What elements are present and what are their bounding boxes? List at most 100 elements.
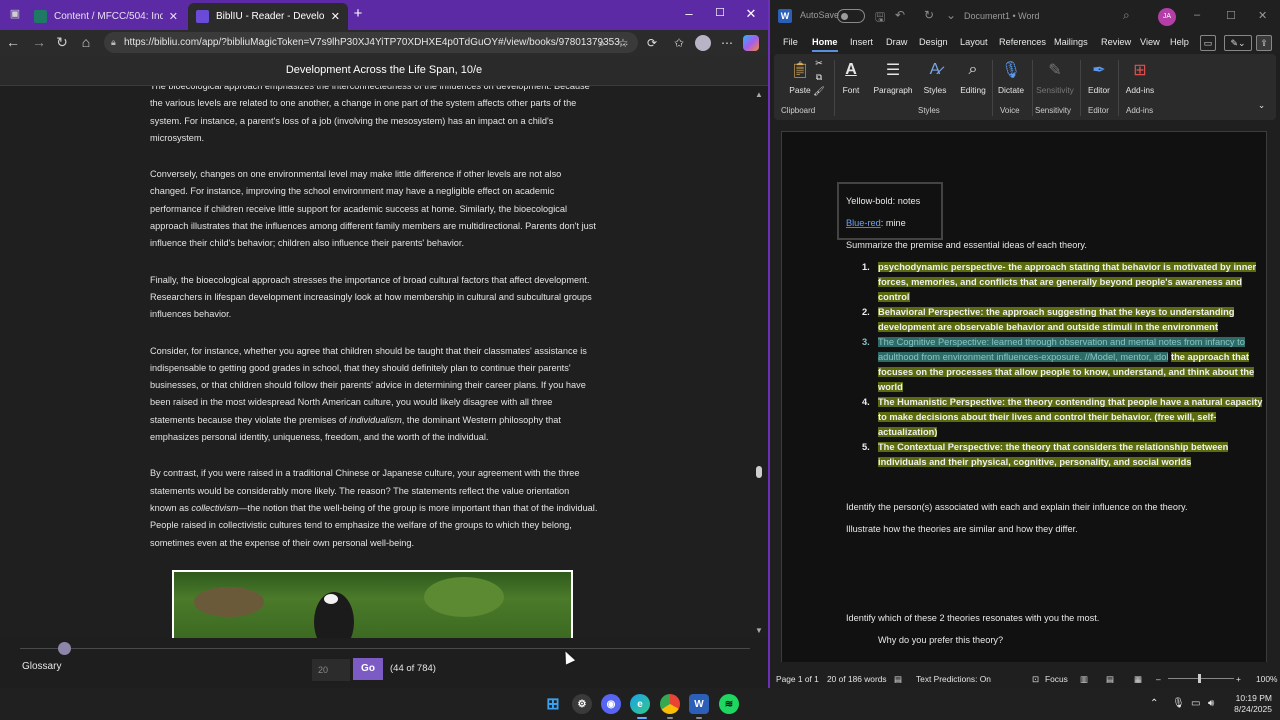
favorite-star-icon[interactable]: ☆: [615, 35, 631, 51]
editing-mode-icon[interactable]: ✎⌄: [1224, 35, 1252, 51]
new-tab-button[interactable]: +: [350, 5, 366, 22]
paragraph-label: Paragraph: [873, 85, 913, 95]
search-icon[interactable]: ⌕: [1123, 8, 1130, 23]
discord-icon[interactable]: ◉: [601, 694, 621, 714]
extensions-icon[interactable]: ⟳: [644, 35, 660, 51]
maximize-button[interactable]: ☐: [712, 6, 728, 19]
url-field[interactable]: 🔒︎ https://bibliu.com/app/?bibliuMagicTo…: [104, 32, 638, 53]
web-layout-icon[interactable]: ▦: [1134, 674, 1142, 684]
text-predictions[interactable]: Text Predictions: On: [916, 674, 991, 684]
glossary-link[interactable]: Glossary: [22, 661, 61, 672]
word-count[interactable]: 20 of 186 words: [827, 674, 887, 684]
profile-avatar[interactable]: [695, 35, 711, 51]
addins-button[interactable]: ⊞ Add-ins: [1122, 56, 1158, 95]
tab-mailings[interactable]: Mailings: [1054, 37, 1088, 47]
zoom-slider-handle[interactable]: [1198, 674, 1201, 683]
focus-icon[interactable]: ⊡: [1032, 674, 1039, 684]
maximize-button[interactable]: ☐: [1226, 9, 1236, 22]
start-windows-icon[interactable]: ⊞: [543, 694, 563, 714]
copilot-icon[interactable]: [743, 35, 759, 51]
tab-layout[interactable]: Layout: [960, 37, 988, 47]
network-icon[interactable]: ▭: [1191, 698, 1200, 709]
clipboard-tools[interactable]: ✂ ⧉ 🖌︎: [812, 56, 826, 98]
minimize-button[interactable]: –: [1194, 9, 1200, 21]
tab-view[interactable]: View: [1140, 37, 1160, 47]
settings-gear-icon[interactable]: ⚙: [572, 694, 592, 714]
scroll-up-icon[interactable]: ▲: [755, 90, 763, 99]
document-page[interactable]: Yellow-bold: notes Blue-red: mine Summar…: [781, 131, 1267, 662]
zoom-slider[interactable]: [1168, 678, 1234, 679]
editor-button[interactable]: ✒ Editor: [1084, 56, 1114, 95]
minimize-button[interactable]: –: [681, 6, 697, 21]
read-mode-icon[interactable]: ▥: [1080, 674, 1088, 684]
focus-button[interactable]: Focus: [1045, 674, 1068, 684]
tab-draw[interactable]: Draw: [886, 37, 907, 47]
redo-icon[interactable]: ↻: [924, 8, 934, 22]
search-page-icon[interactable]: ⌕: [594, 35, 610, 51]
tab-file[interactable]: File: [783, 37, 798, 47]
font-button[interactable]: A Font: [836, 56, 866, 95]
paragraph-button[interactable]: ☰ Paragraph: [872, 56, 914, 95]
forward-icon[interactable]: →: [30, 34, 48, 50]
format-painter-icon[interactable]: 🖌︎: [812, 84, 826, 98]
editing-button[interactable]: ⌕ Editing: [958, 56, 988, 95]
tab-review[interactable]: Review: [1101, 37, 1131, 47]
microphone-icon: 🎙︎: [1000, 62, 1022, 79]
refresh-icon[interactable]: ↻: [53, 34, 71, 51]
collections-icon[interactable]: ✩: [671, 35, 687, 51]
page-indicator[interactable]: Page 1 of 1: [776, 674, 819, 684]
tab-insert[interactable]: Insert: [850, 37, 873, 47]
scroll-thumb[interactable]: [756, 466, 762, 478]
scroll-down-icon[interactable]: ▼: [755, 626, 763, 635]
back-icon[interactable]: ←: [4, 34, 22, 50]
close-tab-icon[interactable]: ✕: [331, 10, 340, 23]
list-number: 3.: [862, 337, 870, 347]
close-tab-icon[interactable]: ✕: [169, 10, 178, 23]
zoom-out-icon[interactable]: –: [1156, 674, 1161, 684]
print-layout-icon[interactable]: ▤: [1106, 674, 1114, 684]
volume-icon[interactable]: 🔊︎: [1208, 698, 1214, 709]
reader-scrollbar[interactable]: ▲ ▼: [755, 90, 763, 636]
prompt-summarize: Summarize the premise and essential idea…: [846, 240, 1087, 250]
page-number-input[interactable]: 20: [312, 659, 350, 681]
share-icon[interactable]: ⇪: [1256, 35, 1272, 51]
cut-icon[interactable]: ✂: [812, 56, 826, 70]
tab-actions-icon[interactable]: ▣: [6, 7, 24, 20]
copy-icon[interactable]: ⧉: [812, 70, 826, 84]
close-window-button[interactable]: ✕: [1258, 9, 1267, 22]
save-icon[interactable]: 🖫︎: [875, 8, 885, 29]
tray-overflow-icon[interactable]: ⌃: [1150, 698, 1158, 709]
ribbon-expand-icon[interactable]: ⌄: [1258, 100, 1265, 110]
tab-home[interactable]: Home: [812, 37, 838, 52]
zoom-in-icon[interactable]: +: [1236, 674, 1241, 684]
proofing-icon[interactable]: ▤: [894, 674, 902, 684]
tab-references[interactable]: References: [999, 37, 1046, 47]
chrome-icon[interactable]: [660, 694, 680, 714]
undo-icon[interactable]: ↶: [895, 8, 905, 22]
customize-qat-icon[interactable]: ⌄: [946, 8, 956, 22]
tab-content-mfcc[interactable]: Content / MFCC/504: Individual Au ✕: [26, 3, 186, 30]
tab-help[interactable]: Help: [1170, 37, 1189, 47]
page-slider-track[interactable]: [20, 648, 750, 649]
more-menu-icon[interactable]: ⋯: [719, 35, 735, 51]
paragraph: By contrast, if you were raised in a tra…: [150, 465, 598, 551]
user-avatar[interactable]: JA: [1158, 8, 1176, 26]
microphone-tray-icon[interactable]: 🎙︎: [1172, 698, 1185, 709]
word-app-icon[interactable]: W: [689, 694, 709, 714]
tab-bibliu-reader[interactable]: BiblIU - Reader - Development Acr ✕: [188, 3, 348, 30]
dictate-button[interactable]: 🎙︎ Dictate: [994, 56, 1028, 95]
go-button[interactable]: Go: [353, 658, 383, 680]
edge-browser-icon[interactable]: e: [630, 694, 650, 714]
styles-button[interactable]: A̷ Styles: [922, 56, 948, 95]
close-window-button[interactable]: ✕: [743, 6, 759, 22]
system-clock[interactable]: 10:19 PM 8/24/2025: [1224, 693, 1272, 715]
autosave-toggle[interactable]: [837, 9, 865, 23]
comments-icon[interactable]: ▭: [1200, 35, 1216, 51]
spotify-icon[interactable]: ≋: [719, 694, 739, 714]
page-slider-handle[interactable]: [57, 642, 71, 655]
home-icon[interactable]: ⌂: [77, 34, 95, 50]
sensitivity-button[interactable]: ✎ Sensitivity: [1034, 56, 1076, 95]
list-number: 2.: [862, 307, 870, 317]
tab-design[interactable]: Design: [919, 37, 948, 47]
zoom-level[interactable]: 100%: [1256, 674, 1277, 684]
